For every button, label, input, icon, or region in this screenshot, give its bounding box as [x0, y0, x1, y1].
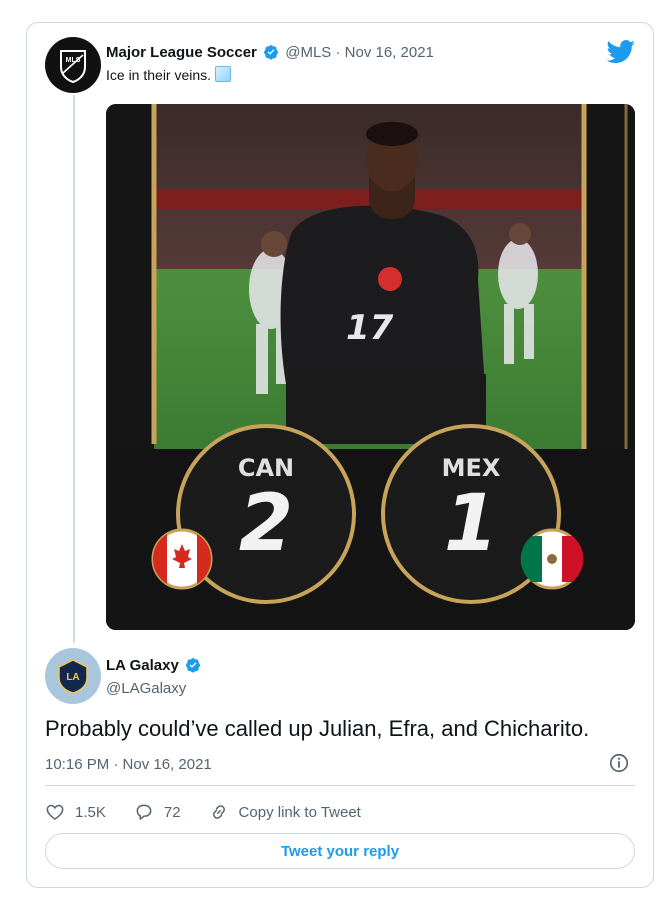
match-graphic: 17 CAN 2 MEX 1: [106, 104, 635, 630]
mls-avatar-text: MLS: [66, 57, 81, 64]
action-bar: 1.5K 72 Copy link to Tweet: [45, 800, 389, 824]
team1-label: CAN: [238, 454, 294, 482]
reply-author-name[interactable]: LA Galaxy: [106, 657, 203, 674]
author-handle[interactable]: @MLS: [285, 44, 331, 61]
info-icon[interactable]: [608, 752, 630, 774]
reply-button[interactable]: 72: [134, 802, 181, 822]
tweet-header: Major League Soccer @MLS · Nov 16, 2021: [106, 44, 434, 61]
la-galaxy-avatar[interactable]: LA: [45, 648, 101, 704]
like-count: 1.5K: [75, 803, 106, 821]
mls-logo-icon: MLS: [60, 50, 86, 84]
tweet-date[interactable]: Nov 16, 2021: [345, 44, 434, 61]
tweet-media-image[interactable]: 17 CAN 2 MEX 1: [106, 104, 635, 630]
mexico-flag-icon: [520, 528, 584, 590]
heart-icon: [46, 804, 64, 821]
reply-count: 72: [163, 803, 181, 821]
tweet-text: Ice in their veins.: [106, 66, 232, 83]
copy-link-label: Copy link to Tweet: [238, 803, 361, 821]
twitter-bird-icon[interactable]: [606, 40, 636, 64]
reply-author-handle[interactable]: @LAGalaxy: [106, 680, 186, 697]
header-separator: ·: [335, 44, 341, 61]
la-galaxy-logo-icon: LA: [58, 659, 88, 694]
author-name[interactable]: Major League Soccer: [106, 44, 257, 61]
ice-cube-icon: [215, 66, 232, 82]
verified-icon: [186, 658, 200, 673]
team2-score: 1: [444, 479, 498, 569]
la-avatar-text: LA: [66, 672, 79, 683]
like-button[interactable]: 1.5K: [45, 802, 106, 822]
tweet-your-reply-button[interactable]: Tweet your reply: [45, 833, 635, 869]
divider: [45, 785, 635, 786]
reply-timestamp[interactable]: 10:16 PM · Nov 16, 2021: [45, 756, 212, 773]
reply-text: Probably could’ve called up Julian, Efra…: [45, 716, 590, 741]
canada-flag-icon: [151, 528, 213, 590]
verified-icon: [264, 45, 279, 60]
tweet-body: Ice in their veins.: [106, 67, 212, 83]
link-icon: [212, 805, 225, 819]
team1-score: 2: [239, 479, 293, 569]
thread-line: [73, 95, 75, 643]
reply-display-name[interactable]: LA Galaxy: [106, 657, 179, 674]
jersey-number: 17: [346, 308, 394, 348]
mls-avatar[interactable]: MLS: [45, 37, 101, 93]
team2-label: MEX: [442, 454, 501, 482]
reply-icon: [136, 804, 152, 820]
copy-link-button[interactable]: Copy link to Tweet: [209, 802, 361, 822]
